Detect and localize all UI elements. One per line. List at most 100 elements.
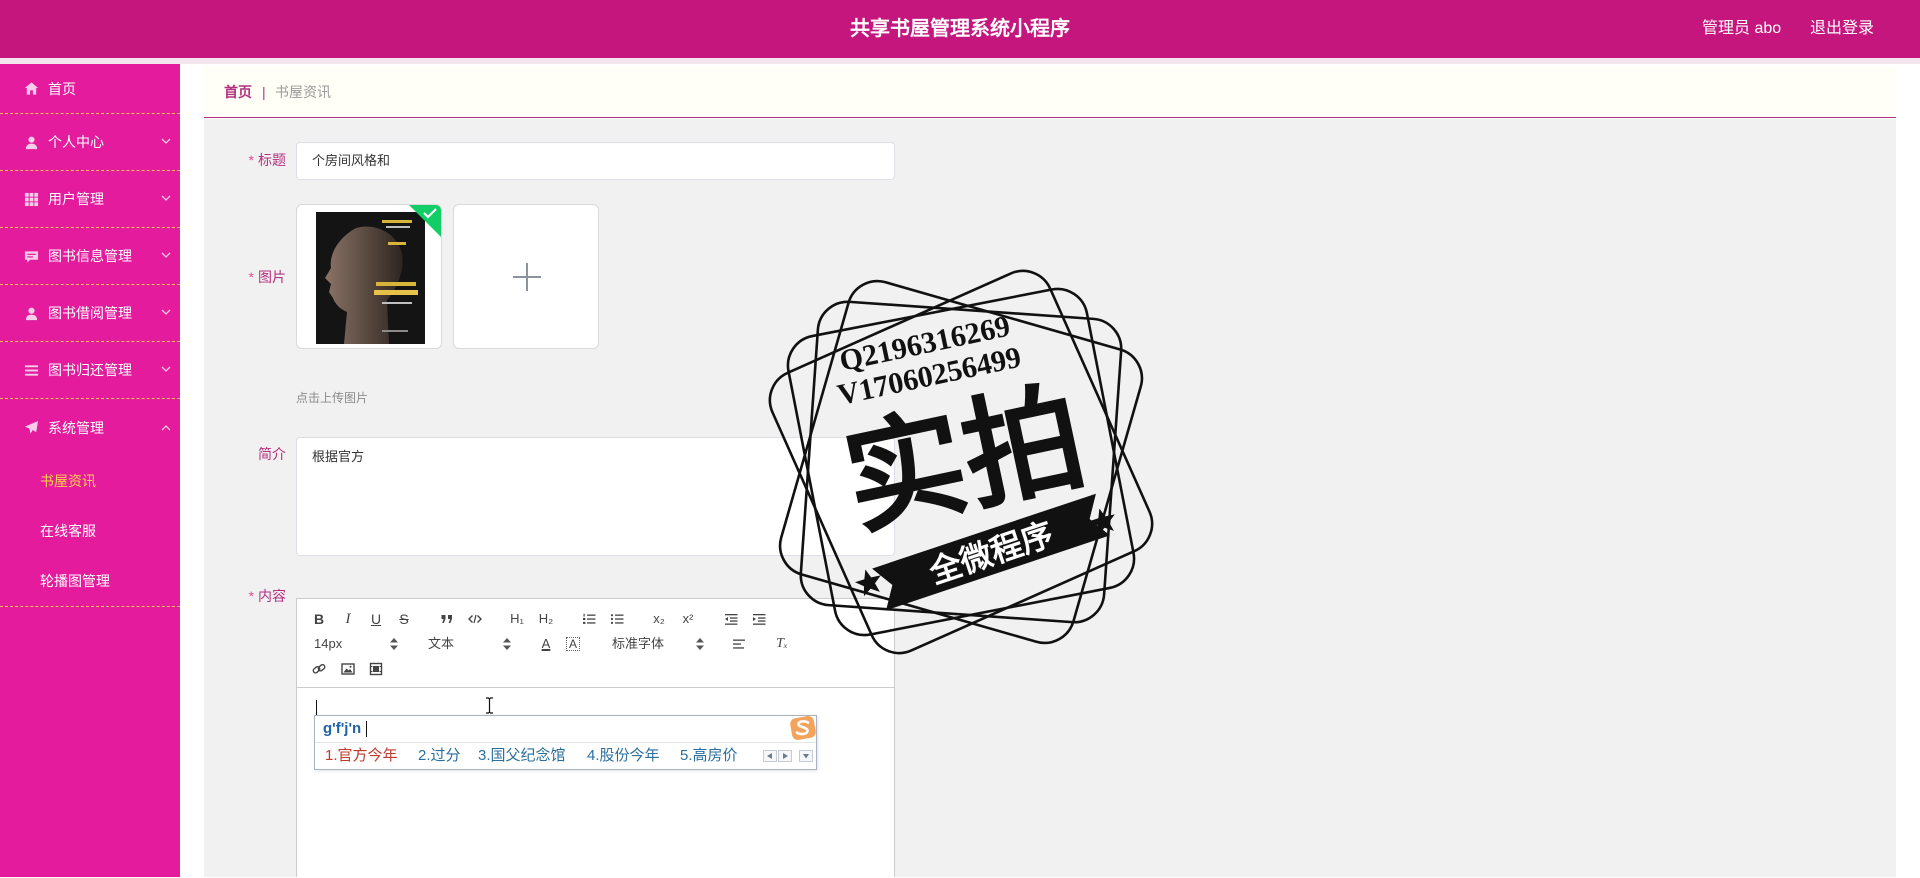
title-label-text: 标题 <box>258 152 286 168</box>
link-button[interactable] <box>309 660 329 678</box>
text-type-select[interactable]: 文本 <box>428 635 454 653</box>
uploaded-image[interactable] <box>296 204 442 349</box>
sidebar-subitem-carousel[interactable]: 轮播图管理 <box>0 556 180 606</box>
select-arrows-icon <box>390 638 398 650</box>
title-label: * 标题 <box>206 150 286 170</box>
subscript-button[interactable]: x₂ <box>649 610 669 628</box>
sidebar-item-label: 用户管理 <box>48 191 104 207</box>
heading1-button[interactable]: H₁ <box>507 610 527 628</box>
align-left-icon <box>733 639 745 649</box>
blockquote-button[interactable] <box>437 610 457 628</box>
code-block-button[interactable] <box>465 610 485 628</box>
editor-toolbar: B I U S H₁ H₂ x₂ x² 14px 文本 A A 标准字体 Tₓ <box>297 599 894 688</box>
image-label: * 图片 <box>206 267 286 287</box>
ibeam-cursor-icon <box>486 697 493 714</box>
sidebar-item-label: 图书归还管理 <box>48 362 132 378</box>
video-button[interactable] <box>366 660 386 678</box>
quote-icon <box>441 615 452 623</box>
admin-user-label[interactable]: 管理员 abo <box>1702 0 1781 58</box>
code-icon <box>468 614 482 624</box>
sidebar-subitem-online-service[interactable]: 在线客服 <box>0 506 180 556</box>
ime-candidate[interactable]: 5.高房价 <box>680 743 738 769</box>
title-input[interactable]: 个房间风格和 <box>296 142 895 180</box>
sidebar-subitem-bookhouse-news[interactable]: 书屋资讯 <box>0 456 180 506</box>
header-divider <box>0 58 1920 64</box>
sidebar-item-label: 图书借阅管理 <box>48 305 132 321</box>
font-color-button[interactable]: A <box>536 635 556 653</box>
rich-text-editor: B I U S H₁ H₂ x₂ x² 14px 文本 A A 标准字体 Tₓ … <box>296 598 895 877</box>
align-button[interactable] <box>729 635 749 653</box>
ime-candidate[interactable]: 1.官方今年 <box>325 743 398 769</box>
italic-button[interactable]: I <box>338 610 358 628</box>
message-icon <box>24 249 39 264</box>
user-icon <box>24 306 39 321</box>
heading2-button[interactable]: H₂ <box>536 610 556 628</box>
font-family-select[interactable]: 标准字体 <box>612 635 664 653</box>
upload-hint: 点击上传图片 <box>296 391 369 405</box>
image-button[interactable] <box>338 660 358 678</box>
sogou-logo-icon <box>790 716 816 740</box>
required-mark: * <box>248 269 254 285</box>
link-icon <box>312 663 326 674</box>
required-mark: * <box>248 588 254 604</box>
chevron-down-icon <box>161 309 171 316</box>
ime-expand-button[interactable] <box>799 750 813 762</box>
ime-cursor <box>366 721 367 737</box>
chevron-up-icon <box>161 424 171 431</box>
sidebar-item-book-return[interactable]: 图书归还管理 <box>0 342 180 399</box>
sidebar-item-user-management[interactable]: 用户管理 <box>0 171 180 228</box>
sidebar-item-personal-center[interactable]: 个人中心 <box>0 114 180 171</box>
sidebar-item-book-borrow[interactable]: 图书借阅管理 <box>0 285 180 342</box>
upload-success-check-icon <box>409 205 441 237</box>
sidebar-item-system-management[interactable]: 系统管理 <box>0 399 180 456</box>
caret-down-icon <box>803 754 809 759</box>
intro-label: 简介 <box>258 446 286 462</box>
image-icon <box>341 663 355 675</box>
indent-button[interactable] <box>749 610 769 628</box>
sidebar-item-book-info[interactable]: 图书信息管理 <box>0 228 180 285</box>
background-color-icon: A <box>566 637 580 651</box>
plus-icon <box>513 263 541 291</box>
ime-candidate[interactable]: 4.股份今年 <box>587 743 660 769</box>
sidebar-item-home[interactable]: 首页 <box>0 64 180 114</box>
ime-candidate-popup: g'f'j'n 1.官方今年 2.过分 3.国父纪念馆 4.股份今年 5.高房价 <box>314 715 817 770</box>
app-title: 共享书屋管理系统小程序 <box>850 18 1070 40</box>
breadcrumb-home-link[interactable]: 首页 <box>224 67 252 117</box>
ime-prev-page-button[interactable] <box>763 750 777 762</box>
bullet-list-button[interactable] <box>607 610 627 628</box>
film-icon <box>369 662 383 676</box>
system-submenu: 书屋资讯 在线客服 轮播图管理 <box>0 456 180 607</box>
ime-candidate[interactable]: 2.过分 <box>418 743 461 769</box>
clear-format-button[interactable]: Tₓ <box>772 635 792 653</box>
outdent-button[interactable] <box>721 610 741 628</box>
intro-textarea[interactable]: 根据官方 <box>296 437 895 556</box>
font-size-select[interactable]: 14px <box>314 635 342 653</box>
list-icon <box>24 363 39 378</box>
paper-plane-icon <box>24 420 39 435</box>
caret-right-icon <box>783 753 788 759</box>
logout-button[interactable]: 退出登录 <box>1810 0 1874 58</box>
bold-button[interactable]: B <box>309 610 329 628</box>
chevron-down-icon <box>161 138 171 145</box>
ime-next-page-button[interactable] <box>778 750 792 762</box>
bullet-list-icon <box>610 614 624 624</box>
ime-candidate[interactable]: 3.国父纪念馆 <box>478 743 566 769</box>
select-arrows-icon <box>503 638 511 650</box>
chevron-down-icon <box>161 252 171 259</box>
breadcrumb-current: 书屋资讯 <box>275 84 331 100</box>
content-label-text: 内容 <box>258 588 286 604</box>
strikethrough-button[interactable]: S <box>394 610 414 628</box>
superscript-button[interactable]: x² <box>678 610 698 628</box>
editor-content-area[interactable]: g'f'j'n 1.官方今年 2.过分 3.国父纪念馆 4.股份今年 5.高房价 <box>297 688 894 878</box>
ordered-list-icon <box>583 613 596 624</box>
upload-add-button[interactable] <box>453 204 599 349</box>
ordered-list-button[interactable] <box>579 610 599 628</box>
required-mark: * <box>248 152 254 168</box>
sidebar: 首页 个人中心 用户管理 图书信息管理 图书借阅管理 图书归还管理 系统管理 书… <box>0 64 180 877</box>
indent-icon <box>753 614 766 625</box>
user-icon <box>24 135 39 150</box>
background-color-button[interactable]: A <box>563 635 583 653</box>
grid-icon <box>24 192 39 207</box>
underline-button[interactable]: U <box>366 610 386 628</box>
select-arrows-icon <box>696 638 704 650</box>
